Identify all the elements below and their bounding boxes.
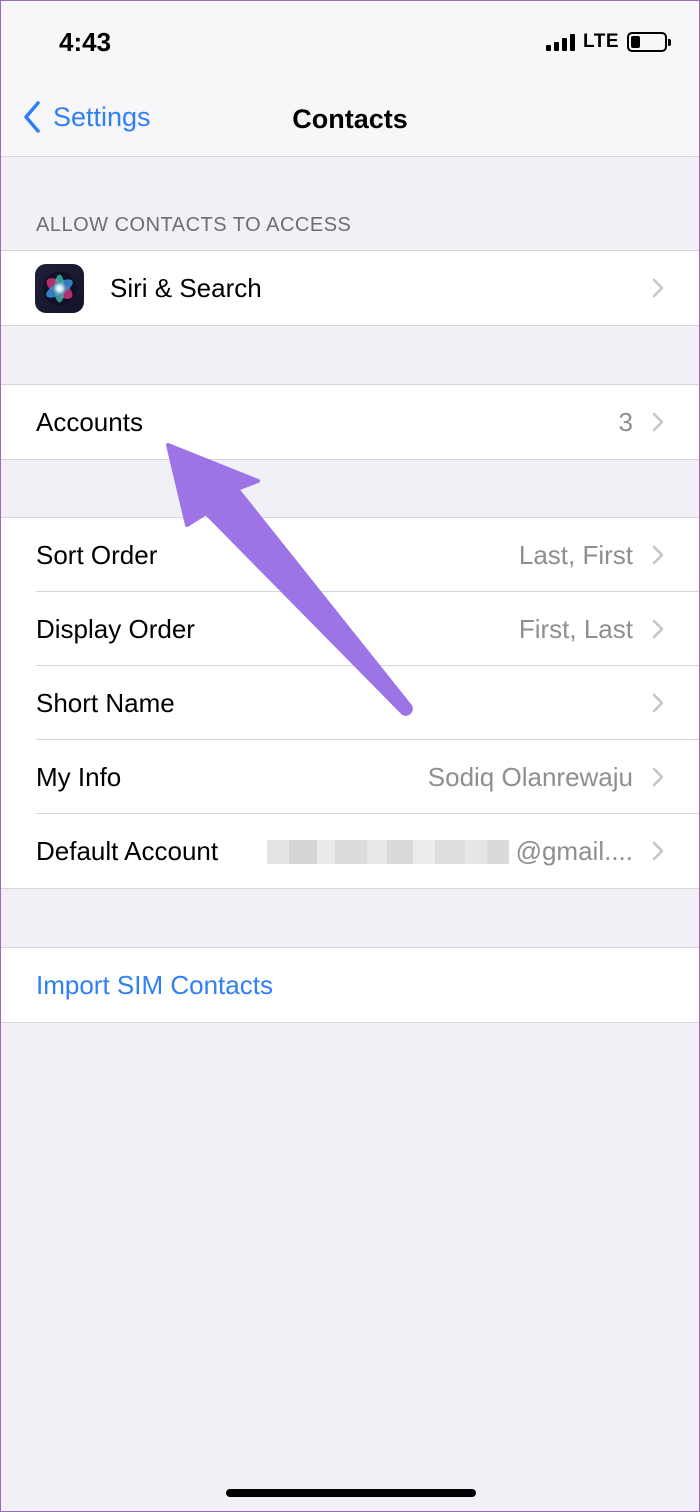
section-header-access: ALLOW CONTACTS TO ACCESS: [36, 214, 352, 236]
access-group: Siri & Search: [1, 250, 699, 326]
row-sort-order[interactable]: Sort Order Last, First: [1, 518, 699, 592]
chevron-right-icon: [652, 841, 664, 861]
default-account-label: Default Account: [36, 835, 219, 866]
my-info-label: My Info: [36, 761, 122, 792]
my-info-value: Sodiq Olanrewaju: [427, 761, 633, 792]
display-order-value: First, Last: [518, 613, 633, 644]
home-indicator[interactable]: [226, 1489, 476, 1497]
signal-strength-icon: [546, 33, 576, 51]
row-accounts[interactable]: Accounts 3: [1, 385, 699, 459]
chevron-right-icon: [652, 693, 664, 713]
siri-icon: [35, 264, 84, 313]
page-title: Contacts: [292, 104, 408, 134]
chevron-right-icon: [652, 619, 664, 639]
sort-order-value: Last, First: [518, 539, 633, 570]
preferences-group: Sort Order Last, First Display Order Fir…: [1, 517, 699, 889]
siri-search-label: Siri & Search: [110, 272, 262, 303]
contacts-settings-screen: 4:43 LTE Settings Contacts ALLOW CONTACT…: [0, 0, 700, 1512]
top-bar: 4:43 LTE Settings Contacts: [1, 1, 699, 157]
chevron-right-icon: [652, 767, 664, 787]
status-time: 4:43: [59, 27, 112, 57]
accounts-label: Accounts: [36, 406, 143, 437]
display-order-label: Display Order: [36, 613, 195, 644]
redacted-email: [267, 840, 509, 864]
sort-order-label: Sort Order: [36, 539, 158, 570]
row-import-sim[interactable]: Import SIM Contacts: [1, 948, 699, 1022]
accounts-group: Accounts 3: [1, 384, 699, 460]
chevron-right-icon: [652, 545, 664, 565]
row-default-account[interactable]: Default Account @gmail....: [1, 814, 699, 888]
row-my-info[interactable]: My Info Sodiq Olanrewaju: [1, 740, 699, 814]
row-display-order[interactable]: Display Order First, Last: [1, 592, 699, 666]
import-group: Import SIM Contacts: [1, 947, 699, 1023]
default-account-value: @gmail....: [515, 835, 633, 866]
battery-icon: [627, 32, 671, 52]
network-type: LTE: [583, 31, 619, 52]
import-sim-contacts-button[interactable]: Import SIM Contacts: [36, 970, 273, 1001]
status-indicators: LTE: [546, 31, 671, 53]
chevron-right-icon: [652, 412, 664, 432]
row-short-name[interactable]: Short Name: [1, 666, 699, 740]
short-name-label: Short Name: [36, 687, 175, 718]
row-siri-search[interactable]: Siri & Search: [1, 251, 699, 325]
chevron-right-icon: [652, 278, 664, 298]
accounts-count: 3: [618, 406, 633, 437]
